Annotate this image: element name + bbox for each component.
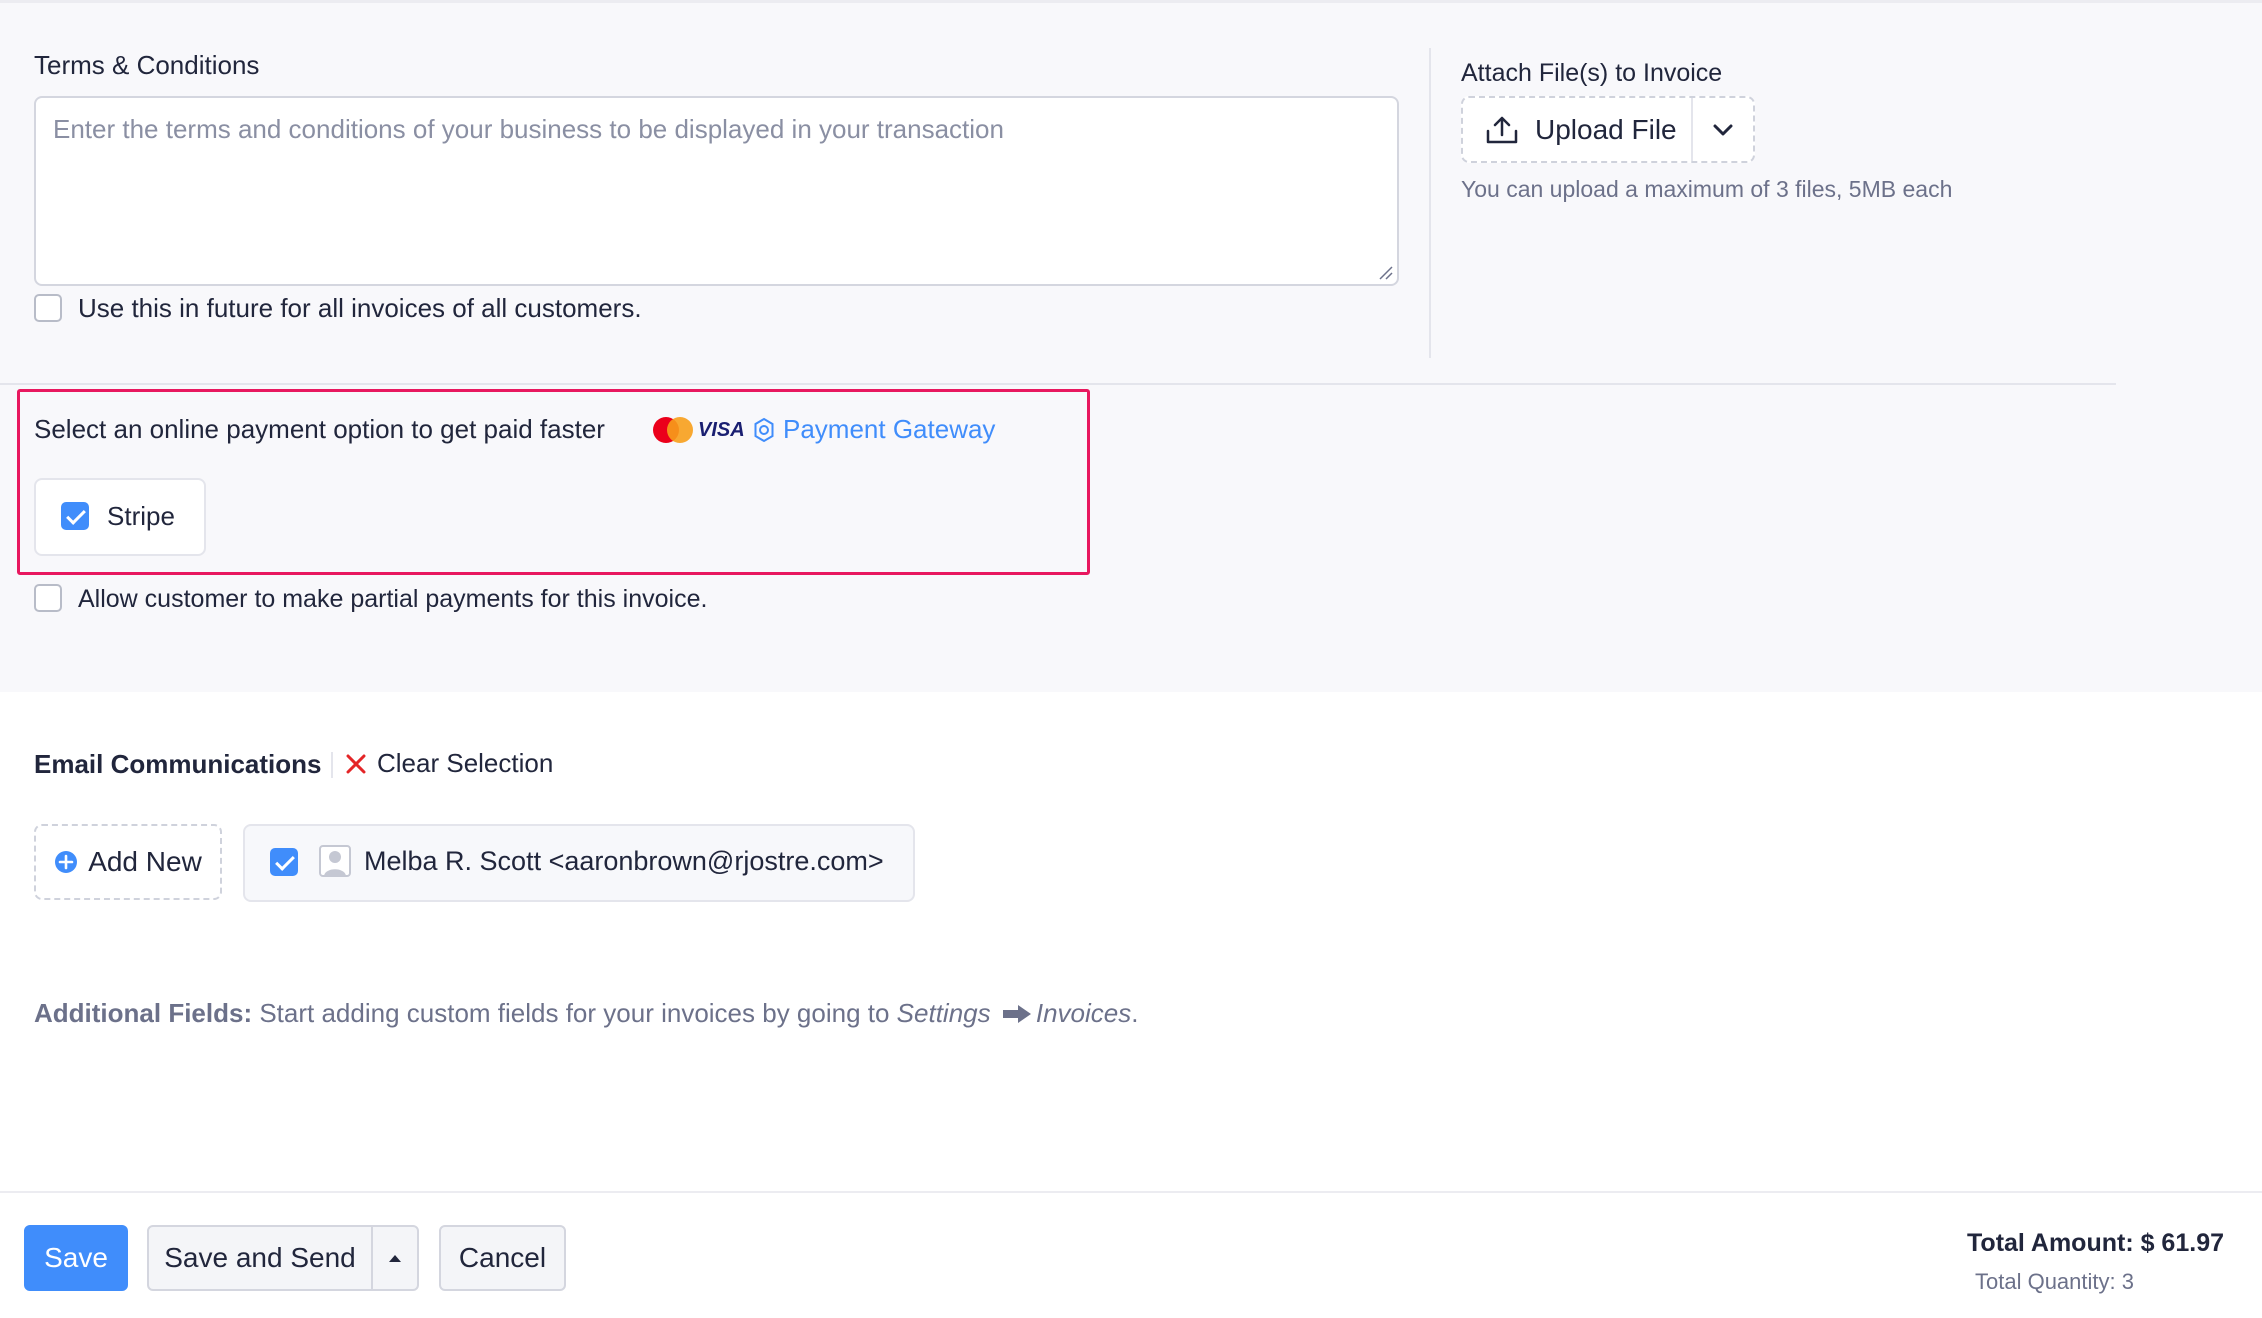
payment-prompt: Select an online payment option to get p… xyxy=(34,414,605,444)
save-and-send-button[interactable]: Save and Send xyxy=(147,1225,373,1291)
contact-name-email: Melba R. Scott <aaronbrown@rjostre.com> xyxy=(364,846,884,876)
avatar-icon xyxy=(319,845,351,877)
terms-placeholder: Enter the terms and conditions of your b… xyxy=(53,114,1004,144)
clear-selection-button[interactable]: Clear Selection xyxy=(345,748,553,779)
save-button[interactable]: Save xyxy=(24,1225,128,1291)
save-and-send-options-toggle[interactable] xyxy=(371,1225,419,1291)
stripe-label: Stripe xyxy=(107,501,175,531)
total-quantity: Total Quantity: 3 xyxy=(1975,1269,2134,1294)
payment-gateway-link[interactable]: Payment Gateway xyxy=(751,414,995,445)
chevron-down-icon xyxy=(1713,124,1733,135)
visa-icon: VISA xyxy=(698,419,745,441)
clear-selection-label: Clear Selection xyxy=(377,748,554,778)
partial-payment-checkbox[interactable] xyxy=(34,584,62,612)
add-new-contact-button[interactable]: Add New xyxy=(34,824,222,900)
mastercard-icon xyxy=(653,417,693,443)
future-use-checkbox[interactable] xyxy=(34,294,62,322)
terms-label: Terms & Conditions xyxy=(34,50,260,80)
payment-gateway-label: Payment Gateway xyxy=(783,414,996,444)
email-heading: Email Communications xyxy=(34,749,322,779)
upload-file-label: Upload File xyxy=(1535,113,1677,145)
resize-grip-icon[interactable] xyxy=(1377,264,1393,280)
close-icon xyxy=(346,754,366,773)
arrow-right-icon xyxy=(1002,1005,1031,1023)
contact-checkbox[interactable] xyxy=(270,848,298,876)
invoices-link[interactable]: Invoices xyxy=(1036,998,1131,1028)
additional-fields-end: . xyxy=(1131,998,1139,1028)
email-header-divider xyxy=(331,752,333,778)
upload-hint: You can upload a maximum of 3 files, 5MB… xyxy=(1461,176,1953,202)
future-use-label: Use this in future for all invoices of a… xyxy=(78,293,642,323)
gear-icon xyxy=(754,417,774,442)
cancel-button[interactable]: Cancel xyxy=(439,1225,566,1291)
additional-fields-text: Start adding custom fields for your invo… xyxy=(252,998,897,1028)
partial-payment-label: Allow customer to make partial payments … xyxy=(78,585,708,613)
attach-label: Attach File(s) to Invoice xyxy=(1461,59,1723,87)
upload-icon xyxy=(1486,116,1518,143)
settings-link[interactable]: Settings xyxy=(897,998,991,1028)
stripe-checkbox[interactable] xyxy=(61,502,89,530)
column-divider xyxy=(1429,48,1431,358)
add-new-label: Add New xyxy=(88,846,202,877)
terms-textarea[interactable]: Enter the terms and conditions of your b… xyxy=(34,96,1399,286)
upload-file-button-group: Upload File xyxy=(1461,96,1755,163)
additional-fields-title: Additional Fields: xyxy=(34,998,253,1028)
upload-file-button[interactable]: Upload File xyxy=(1463,98,1693,161)
section-divider xyxy=(0,383,2116,385)
upload-options-toggle[interactable] xyxy=(1693,98,1753,161)
additional-fields-note: Additional Fields: Start adding custom f… xyxy=(34,998,1138,1029)
plus-circle-icon xyxy=(55,851,78,873)
caret-up-icon xyxy=(389,1255,401,1262)
total-amount: Total Amount: $ 61.97 xyxy=(1967,1229,2224,1257)
